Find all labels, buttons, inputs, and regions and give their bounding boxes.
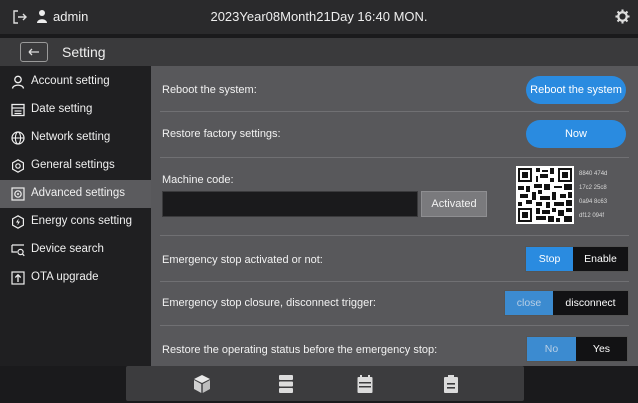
divider — [160, 157, 629, 158]
sidebar-item-label: Date setting — [31, 103, 93, 115]
estop-label: Emergency stop activated or not: — [162, 254, 323, 266]
user-icon — [11, 75, 25, 89]
sidebar-item-label: OTA upgrade — [31, 271, 99, 283]
estop-closure-toggle: close disconnect — [504, 290, 629, 316]
sidebar-item-label: Account setting — [31, 75, 110, 87]
machine-code-line: df12 094f — [579, 213, 605, 219]
machine-code-line: 17c2 25c8 — [579, 185, 607, 191]
sidebar-item-advanced[interactable]: Advanced settings — [0, 180, 151, 208]
restore-no-option[interactable]: No — [527, 337, 576, 361]
restore-factory-label: Restore factory settings: — [162, 128, 281, 140]
divider — [160, 325, 629, 326]
activated-button[interactable]: Activated — [421, 191, 487, 217]
sidebar-item-general[interactable]: General settings — [0, 152, 151, 180]
gear-icon[interactable] — [615, 9, 630, 24]
server-icon[interactable] — [277, 374, 295, 394]
sidebar-item-label: Advanced settings — [31, 187, 125, 199]
energy-icon — [12, 215, 24, 229]
datetime: 2023Year08Month21Day 16:40 MON. — [210, 9, 428, 24]
sidebar-item-device-search[interactable]: Device search — [0, 236, 151, 264]
estop-enable-option[interactable]: Enable — [573, 247, 628, 271]
device-search-icon — [11, 244, 25, 257]
closure-disconnect-option[interactable]: disconnect — [553, 291, 628, 315]
closure-close-option[interactable]: close — [505, 291, 553, 315]
cube-icon[interactable] — [193, 374, 211, 394]
restore-status-label: Restore the operating status before the … — [162, 344, 438, 356]
machine-code-line: 8840 474d — [579, 171, 608, 177]
estop-closure-label: Emergency stop closure, disconnect trigg… — [162, 297, 376, 309]
restore-now-button[interactable]: Now — [526, 120, 626, 148]
sidebar-item-account[interactable]: Account setting — [0, 68, 151, 96]
page-title: Setting — [62, 44, 106, 60]
divider — [160, 235, 629, 236]
qr-code — [516, 166, 574, 224]
top-bar: admin 2023Year08Month21Day 16:40 MON. — [0, 0, 638, 34]
clipboard-icon[interactable] — [442, 374, 460, 394]
restore-yes-option[interactable]: Yes — [576, 337, 627, 361]
divider — [160, 111, 629, 112]
estop-stop-option[interactable]: Stop — [526, 247, 573, 271]
sidebar-item-label: Device search — [31, 243, 104, 255]
sidebar-item-network[interactable]: Network setting — [0, 124, 151, 152]
machine-code-line: 0a94 8c63 — [579, 199, 608, 205]
machine-code-input[interactable] — [162, 191, 418, 217]
machine-code-list: 8840 474d 17c2 25c8 0a94 8c63 df12 094f — [579, 167, 607, 223]
divider — [160, 281, 629, 282]
upgrade-icon — [11, 271, 25, 285]
sidebar: Account setting Date setting Network set… — [0, 66, 151, 366]
reboot-label: Reboot the system: — [162, 84, 257, 96]
sidebar-item-label: General settings — [31, 159, 115, 171]
back-arrow-icon — [28, 48, 39, 56]
sidebar-item-ota[interactable]: OTA upgrade — [0, 264, 151, 292]
globe-icon — [11, 131, 25, 145]
calendar-icon — [11, 103, 25, 117]
estop-toggle: Stop Enable — [525, 246, 629, 272]
sidebar-item-date[interactable]: Date setting — [0, 96, 151, 124]
bottom-nav — [126, 366, 524, 401]
calendar-icon[interactable] — [356, 374, 374, 394]
username: admin — [53, 9, 89, 24]
settings-icon — [12, 159, 24, 173]
sidebar-item-label: Network setting — [31, 131, 111, 143]
logout-icon[interactable] — [12, 9, 28, 25]
title-bar: Setting — [0, 38, 638, 66]
sidebar-item-energy[interactable]: Energy cons setting — [0, 208, 151, 236]
restore-status-toggle: No Yes — [526, 336, 628, 362]
advanced-icon — [11, 187, 25, 201]
advanced-settings-panel: Reboot the system: Reboot the system Res… — [151, 66, 638, 366]
reboot-button[interactable]: Reboot the system — [526, 76, 626, 104]
machine-code-label: Machine code: — [162, 174, 234, 186]
back-button[interactable] — [20, 42, 48, 62]
user-icon — [37, 10, 47, 23]
sidebar-item-label: Energy cons setting — [31, 215, 133, 227]
